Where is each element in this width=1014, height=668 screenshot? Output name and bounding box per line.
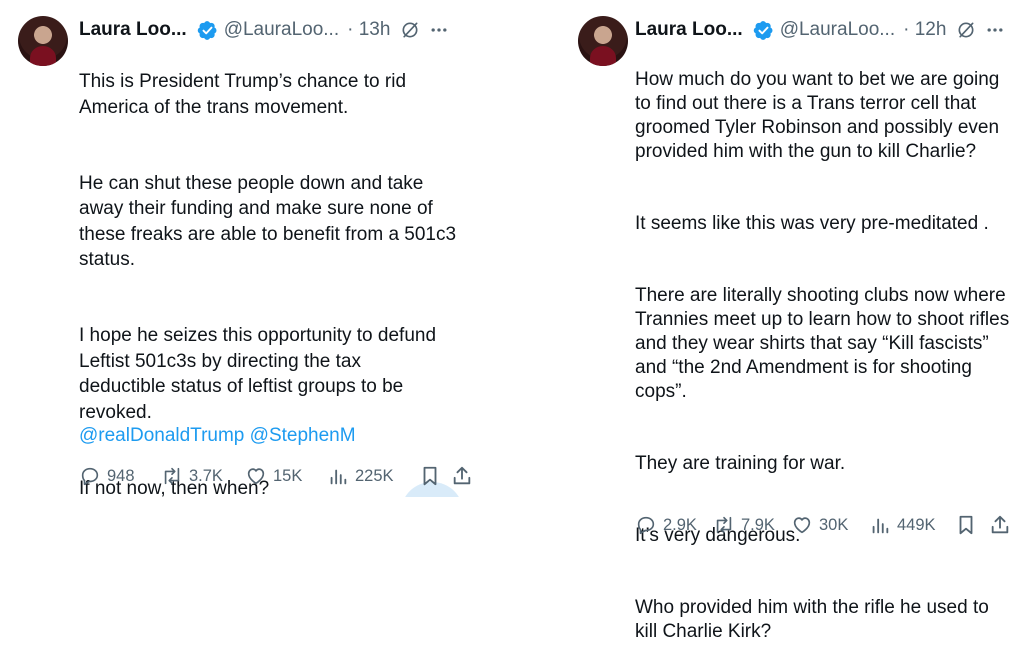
tweet-text: This is President Trump’s chance to rid … xyxy=(79,44,479,527)
views-icon xyxy=(327,465,349,487)
repost-icon xyxy=(161,465,183,487)
views-button[interactable]: 449K xyxy=(869,514,955,536)
views-button[interactable]: 225K xyxy=(327,465,419,487)
tweet-paragraph: Who provided him with the rifle he used … xyxy=(635,597,989,642)
repost-count: 3.7K xyxy=(189,466,223,485)
reply-icon xyxy=(635,514,657,536)
repost-button[interactable]: 3.7K xyxy=(161,465,245,487)
reply-button[interactable]: 948 xyxy=(79,465,161,487)
grok-icon[interactable] xyxy=(400,20,420,40)
timestamp[interactable]: · 12h xyxy=(903,19,946,41)
tweet-paragraph: He can shut these people down and take a… xyxy=(79,173,457,271)
timestamp[interactable]: · 13h xyxy=(347,19,390,41)
share-icon xyxy=(451,465,473,487)
like-button[interactable]: 30K xyxy=(791,514,869,536)
tweet-paragraph: How much do you want to bet we are going… xyxy=(635,69,1000,162)
tweet-paragraph: There are literally shooting clubs now w… xyxy=(635,285,1010,402)
tweet-paragraph: I hope he seizes this opportunity to def… xyxy=(79,325,437,423)
author-name[interactable]: Laura Loo... xyxy=(79,19,187,41)
like-icon xyxy=(245,465,267,487)
author-handle[interactable]: @LauraLoo... xyxy=(224,19,339,41)
reply-button[interactable]: 2.9K xyxy=(635,514,713,536)
reply-count: 948 xyxy=(107,466,135,485)
like-count: 15K xyxy=(273,466,303,485)
tweet-paragraph: They are training for war. xyxy=(635,453,846,474)
share-button[interactable] xyxy=(989,514,1011,536)
view-count: 225K xyxy=(355,466,394,485)
like-count: 30K xyxy=(819,515,849,534)
action-bar: 2.9K 7.9K 30K 449K xyxy=(635,514,1011,536)
like-icon xyxy=(791,514,813,536)
share-button[interactable] xyxy=(451,465,473,487)
grok-icon[interactable] xyxy=(956,20,976,40)
more-icon[interactable] xyxy=(984,20,1006,40)
author-avatar[interactable] xyxy=(18,16,68,66)
tap-highlight-mask xyxy=(380,497,490,537)
mention-link[interactable]: @realDonaldTrump xyxy=(79,425,244,446)
mentions-line: @realDonaldTrump @StephenM xyxy=(79,425,356,447)
verified-badge-icon[interactable] xyxy=(197,20,218,41)
tweet-header: Laura Loo... @LauraLoo... · 12h xyxy=(635,18,1006,42)
repost-count: 7.9K xyxy=(741,515,775,534)
repost-icon xyxy=(713,514,735,536)
more-icon[interactable] xyxy=(428,20,450,40)
tweet-header: Laura Loo... @LauraLoo... · 13h xyxy=(79,18,450,42)
bookmark-icon xyxy=(419,465,441,487)
views-icon xyxy=(869,514,891,536)
tweet-paragraph: This is President Trump’s chance to rid … xyxy=(79,71,407,118)
bookmark-button[interactable] xyxy=(419,465,451,487)
tweet-paragraph: It seems like this was very pre-meditate… xyxy=(635,213,989,234)
author-handle[interactable]: @LauraLoo... xyxy=(780,19,895,41)
view-count: 449K xyxy=(897,515,936,534)
reply-count: 2.9K xyxy=(663,515,697,534)
author-name[interactable]: Laura Loo... xyxy=(635,19,743,41)
action-bar: 948 3.7K 15K 225K xyxy=(79,465,473,487)
verified-badge-icon[interactable] xyxy=(753,20,774,41)
author-avatar[interactable] xyxy=(578,16,628,66)
mention-link[interactable]: @StephenM xyxy=(250,425,356,446)
reply-icon xyxy=(79,465,101,487)
bookmark-button[interactable] xyxy=(955,514,989,536)
repost-button[interactable]: 7.9K xyxy=(713,514,791,536)
share-icon xyxy=(989,514,1011,536)
bookmark-icon xyxy=(955,514,977,536)
like-button[interactable]: 15K xyxy=(245,465,327,487)
tweet-text: How much do you want to bet we are going… xyxy=(635,44,1014,668)
